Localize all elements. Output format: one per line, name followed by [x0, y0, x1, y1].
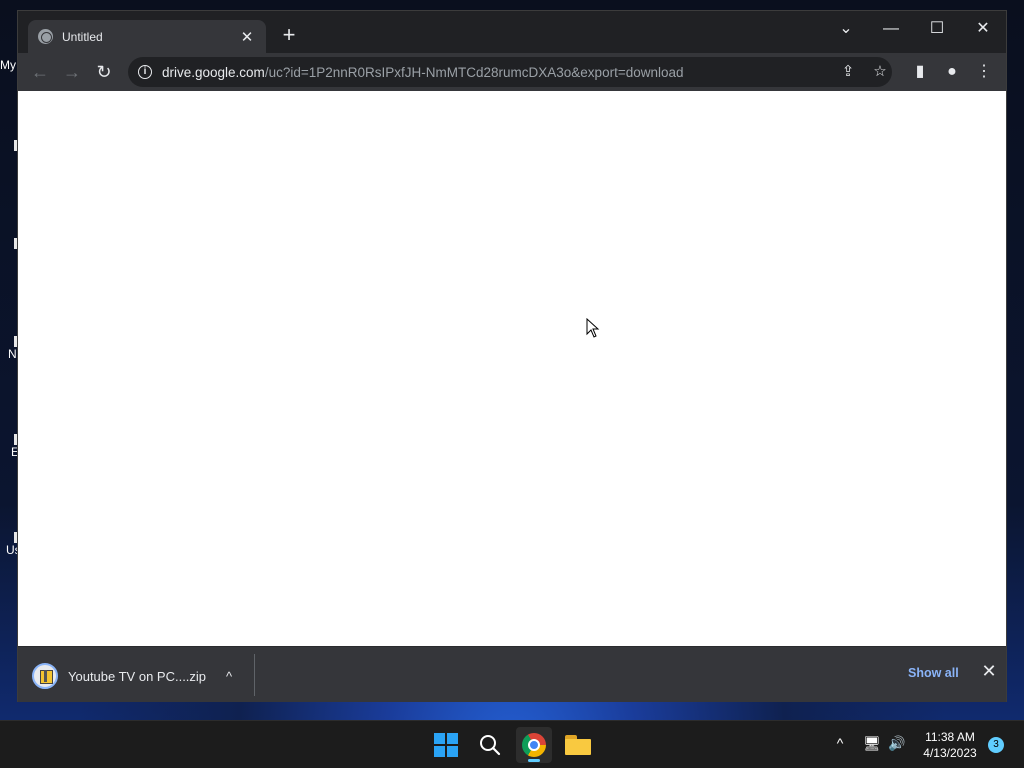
desktop-icon-5[interactable]: E	[0, 434, 18, 459]
desktop-icon-3[interactable]	[0, 238, 18, 249]
active-indicator	[528, 759, 540, 762]
reload-button[interactable]: ↻	[91, 59, 117, 85]
tab-close-icon[interactable]: ✕	[238, 28, 256, 46]
globe-icon	[38, 29, 53, 44]
url-text[interactable]: drive.google.com/uc?id=1P2nnR0RsIPxfJH-N…	[162, 65, 684, 80]
desktop-icon-label: My	[0, 58, 16, 72]
page-content[interactable]	[18, 91, 1006, 646]
forward-button[interactable]: →	[59, 59, 85, 85]
divider	[254, 654, 255, 696]
show-all-link[interactable]: Show all	[908, 666, 959, 680]
desktop-icon-4[interactable]: N	[0, 336, 18, 361]
notification-badge[interactable]: 3	[988, 737, 1004, 753]
desktop-icon-6[interactable]: Us	[0, 532, 18, 557]
system-clock[interactable]: 11:38 AM 4/13/2023	[912, 729, 988, 761]
desktop-icon-label: N	[8, 347, 17, 361]
network-icon[interactable]: 🖥	[862, 735, 882, 752]
back-button[interactable]: ←	[27, 59, 53, 85]
chrome-window: Untitled ✕ + ⌄ — ☐ ✕ ← → ↻ i drive.googl…	[17, 10, 1007, 702]
address-bar[interactable]: i drive.google.com/uc?id=1P2nnR0RsIPxfJH…	[128, 57, 892, 87]
tab-untitled[interactable]: Untitled ✕	[28, 20, 266, 53]
start-button[interactable]	[428, 727, 464, 763]
clock-date: 4/13/2023	[923, 746, 977, 760]
search-icon	[480, 735, 501, 756]
zip-file-icon	[32, 663, 58, 689]
clock-time: 11:38 AM	[925, 730, 975, 744]
profile-icon[interactable]: ●	[941, 61, 963, 83]
chrome-icon	[522, 733, 546, 757]
url-host: drive.google.com	[162, 64, 265, 80]
taskbar-chrome[interactable]	[516, 727, 552, 763]
close-download-bar-icon[interactable]: ✕	[978, 661, 1000, 682]
tray-overflow-chevron-icon[interactable]: ^	[830, 735, 850, 751]
chevron-up-icon[interactable]: ^	[226, 669, 232, 684]
mouse-cursor-icon	[586, 318, 600, 338]
share-icon[interactable]: ⇪	[837, 61, 859, 83]
windows-logo-icon	[434, 733, 458, 757]
minimize-button[interactable]: —	[871, 15, 911, 43]
maximize-button[interactable]: ☐	[917, 15, 957, 43]
side-panel-icon[interactable]: ▮	[909, 61, 931, 83]
download-item[interactable]: Youtube TV on PC....zip ^	[32, 661, 232, 691]
tab-title: Untitled	[62, 29, 103, 44]
new-tab-button[interactable]: +	[278, 24, 300, 46]
bookmark-star-icon[interactable]: ☆	[869, 61, 891, 83]
taskbar-file-explorer[interactable]	[560, 727, 596, 763]
volume-icon[interactable]: 🔊	[887, 735, 907, 752]
tab-strip: Untitled ✕ + ⌄ — ☐ ✕	[18, 11, 1006, 53]
close-window-button[interactable]: ✕	[963, 15, 1003, 43]
tab-search-icon[interactable]: ⌄	[826, 15, 866, 43]
browser-toolbar: ← → ↻ i drive.google.com/uc?id=1P2nnR0Rs…	[18, 53, 1006, 91]
download-bar: Youtube TV on PC....zip ^ Show all ✕	[18, 646, 1006, 702]
taskbar: ^ 🖥 🔊 11:38 AM 4/13/2023 3	[0, 720, 1024, 768]
download-file-name: Youtube TV on PC....zip	[68, 668, 207, 684]
folder-icon	[565, 735, 591, 755]
desktop-icon-2[interactable]	[0, 140, 18, 151]
search-button[interactable]	[472, 727, 508, 763]
desktop-icon-this-pc[interactable]: My	[0, 58, 18, 72]
url-path: /uc?id=1P2nnR0RsIPxfJH-NmMTCd28rumcDXA3o…	[264, 64, 684, 80]
info-icon[interactable]: i	[138, 65, 152, 79]
menu-icon[interactable]: ⋮	[973, 61, 995, 83]
